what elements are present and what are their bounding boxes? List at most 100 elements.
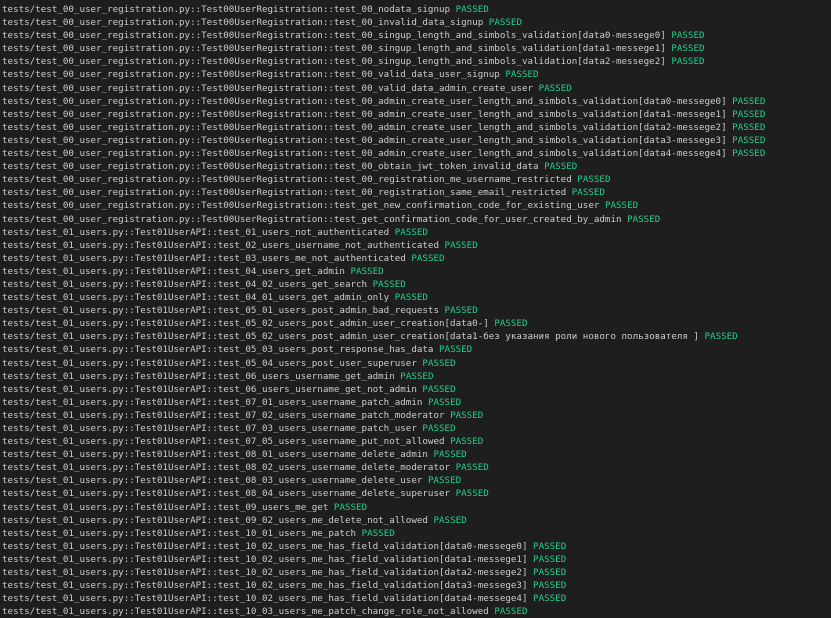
test-result-line: tests/test_01_users.py::Test01UserAPI::t… (2, 239, 831, 252)
test-node-id: tests/test_01_users.py::Test01UserAPI::t… (2, 501, 329, 513)
test-status-passed: PASSED (732, 148, 766, 160)
test-node-id: tests/test_00_user_registration.py::Test… (2, 148, 727, 160)
test-node-id: tests/test_00_user_registration.py::Test… (2, 69, 500, 81)
test-result-line: tests/test_01_users.py::Test01UserAPI::t… (2, 317, 831, 330)
test-result-line: tests/test_00_user_registration.py::Test… (2, 95, 831, 108)
test-node-id: tests/test_01_users.py::Test01UserAPI::t… (2, 344, 434, 356)
test-node-id: tests/test_00_user_registration.py::Test… (2, 4, 451, 15)
test-node-id: tests/test_01_users.py::Test01UserAPI::t… (2, 370, 395, 382)
test-node-id: tests/test_01_users.py::Test01UserAPI::t… (2, 527, 357, 539)
test-result-line: tests/test_01_users.py::Test01UserAPI::t… (2, 487, 831, 500)
terminal-output: tests/test_00_user_registration.py::Test… (2, 3, 831, 618)
test-result-line: tests/test_00_user_registration.py::Test… (2, 42, 831, 55)
test-node-id: tests/test_00_user_registration.py::Test… (2, 95, 727, 107)
test-result-line: tests/test_01_users.py::Test01UserAPI::t… (2, 514, 831, 527)
test-result-line: tests/test_01_users.py::Test01UserAPI::t… (2, 409, 831, 422)
test-status-passed: PASSED (400, 370, 434, 382)
test-result-line: tests/test_01_users.py::Test01UserAPI::t… (2, 448, 831, 461)
test-status-passed: PASSED (505, 69, 539, 81)
test-node-id: tests/test_01_users.py::Test01UserAPI::t… (2, 396, 423, 408)
test-node-id: tests/test_01_users.py::Test01UserAPI::t… (2, 436, 445, 448)
test-result-line: tests/test_00_user_registration.py::Test… (2, 29, 831, 42)
test-status-passed: PASSED (361, 527, 395, 539)
test-node-id: tests/test_01_users.py::Test01UserAPI::t… (2, 331, 699, 343)
test-status-passed: PASSED (627, 213, 661, 225)
test-status-passed: PASSED (544, 161, 578, 173)
test-status-passed: PASSED (533, 580, 567, 592)
test-result-line: tests/test_00_user_registration.py::Test… (2, 121, 831, 134)
test-status-passed: PASSED (433, 514, 467, 526)
test-result-line: tests/test_01_users.py::Test01UserAPI::t… (2, 304, 831, 317)
test-result-line: tests/test_01_users.py::Test01UserAPI::t… (2, 291, 831, 304)
test-status-passed: PASSED (444, 239, 478, 251)
test-node-id: tests/test_00_user_registration.py::Test… (2, 121, 727, 133)
test-result-line: tests/test_01_users.py::Test01UserAPI::t… (2, 527, 831, 540)
test-result-line: tests/test_00_user_registration.py::Test… (2, 68, 831, 81)
test-result-line: tests/test_00_user_registration.py::Test… (2, 147, 831, 160)
test-result-line: tests/test_01_users.py::Test01UserAPI::t… (2, 540, 831, 553)
test-result-line: tests/test_01_users.py::Test01UserAPI::t… (2, 592, 831, 605)
test-status-passed: PASSED (422, 423, 456, 434)
test-status-passed: PASSED (333, 501, 368, 513)
test-status-passed: PASSED (671, 30, 705, 42)
test-result-line: tests/test_01_users.py::Test01UserAPI::t… (2, 501, 831, 514)
test-status-passed: PASSED (571, 187, 605, 199)
test-node-id: tests/test_00_user_registration.py::Test… (2, 108, 727, 120)
test-result-line: tests/test_01_users.py::Test01UserAPI::t… (2, 566, 831, 579)
test-node-id: tests/test_01_users.py::Test01UserAPI::t… (2, 580, 528, 592)
test-status-passed: PASSED (444, 305, 478, 317)
test-result-line: tests/test_00_user_registration.py::Test… (2, 213, 831, 226)
test-node-id: tests/test_01_users.py::Test01UserAPI::t… (2, 593, 528, 605)
test-result-line: tests/test_00_user_registration.py::Test… (2, 160, 831, 173)
test-status-passed: PASSED (455, 4, 489, 15)
test-node-id: tests/test_01_users.py::Test01UserAPI::t… (2, 383, 417, 395)
test-status-passed: PASSED (450, 436, 484, 448)
test-status-passed: PASSED (732, 134, 766, 146)
test-node-id: tests/test_01_users.py::Test01UserAPI::t… (2, 514, 428, 526)
test-status-passed: PASSED (427, 475, 462, 487)
test-result-line: tests/test_00_user_registration.py::Test… (2, 3, 831, 16)
test-node-id: tests/test_01_users.py::Test01UserAPI::t… (2, 540, 528, 552)
test-result-line: tests/test_01_users.py::Test01UserAPI::t… (2, 370, 831, 383)
test-result-line: tests/test_01_users.py::Test01UserAPI::t… (2, 422, 831, 435)
test-result-line: tests/test_01_users.py::Test01UserAPI::t… (2, 553, 831, 566)
test-status-passed: PASSED (394, 226, 428, 238)
test-status-passed: PASSED (533, 540, 567, 552)
test-node-id: tests/test_00_user_registration.py::Test… (2, 17, 484, 29)
test-status-passed: PASSED (732, 95, 766, 107)
test-status-passed: PASSED (604, 200, 639, 212)
test-result-line: tests/test_01_users.py::Test01UserAPI::t… (2, 605, 831, 618)
test-result-line: tests/test_01_users.py::Test01UserAPI::t… (2, 265, 831, 278)
test-node-id: tests/test_00_user_registration.py::Test… (2, 187, 567, 199)
test-status-passed: PASSED (494, 606, 528, 618)
test-result-line: tests/test_01_users.py::Test01UserAPI::t… (2, 435, 831, 448)
test-node-id: tests/test_00_user_registration.py::Test… (2, 43, 666, 55)
test-node-id: tests/test_01_users.py::Test01UserAPI::t… (2, 357, 417, 369)
test-status-passed: PASSED (455, 488, 489, 500)
test-result-line: tests/test_01_users.py::Test01UserAPI::t… (2, 579, 831, 592)
test-result-line: tests/test_00_user_registration.py::Test… (2, 82, 831, 95)
test-node-id: tests/test_00_user_registration.py::Test… (2, 213, 622, 225)
test-result-line: tests/test_00_user_registration.py::Test… (2, 55, 831, 68)
test-status-passed: PASSED (439, 344, 473, 356)
test-status-passed: PASSED (422, 383, 456, 395)
test-node-id: tests/test_01_users.py::Test01UserAPI::t… (2, 305, 439, 317)
test-status-passed: PASSED (427, 396, 462, 408)
test-status-passed: PASSED (488, 17, 522, 29)
test-node-id: tests/test_01_users.py::Test01UserAPI::t… (2, 606, 489, 618)
test-result-line: tests/test_00_user_registration.py::Test… (2, 134, 831, 147)
test-result-line: tests/test_01_users.py::Test01UserAPI::t… (2, 383, 831, 396)
test-result-line: tests/test_00_user_registration.py::Test… (2, 199, 831, 212)
test-node-id: tests/test_01_users.py::Test01UserAPI::t… (2, 449, 428, 461)
test-status-passed: PASSED (394, 292, 428, 304)
test-status-passed: PASSED (350, 265, 384, 277)
test-node-id: tests/test_00_user_registration.py::Test… (2, 200, 600, 212)
test-status-passed: PASSED (494, 318, 528, 330)
test-node-id: tests/test_01_users.py::Test01UserAPI::t… (2, 239, 439, 251)
test-status-passed: PASSED (411, 252, 445, 264)
test-node-id: tests/test_01_users.py::Test01UserAPI::t… (2, 226, 390, 238)
test-node-id: tests/test_01_users.py::Test01UserAPI::t… (2, 318, 489, 330)
test-status-passed: PASSED (671, 56, 705, 68)
test-status-passed: PASSED (433, 449, 467, 461)
test-status-passed: PASSED (704, 331, 738, 343)
